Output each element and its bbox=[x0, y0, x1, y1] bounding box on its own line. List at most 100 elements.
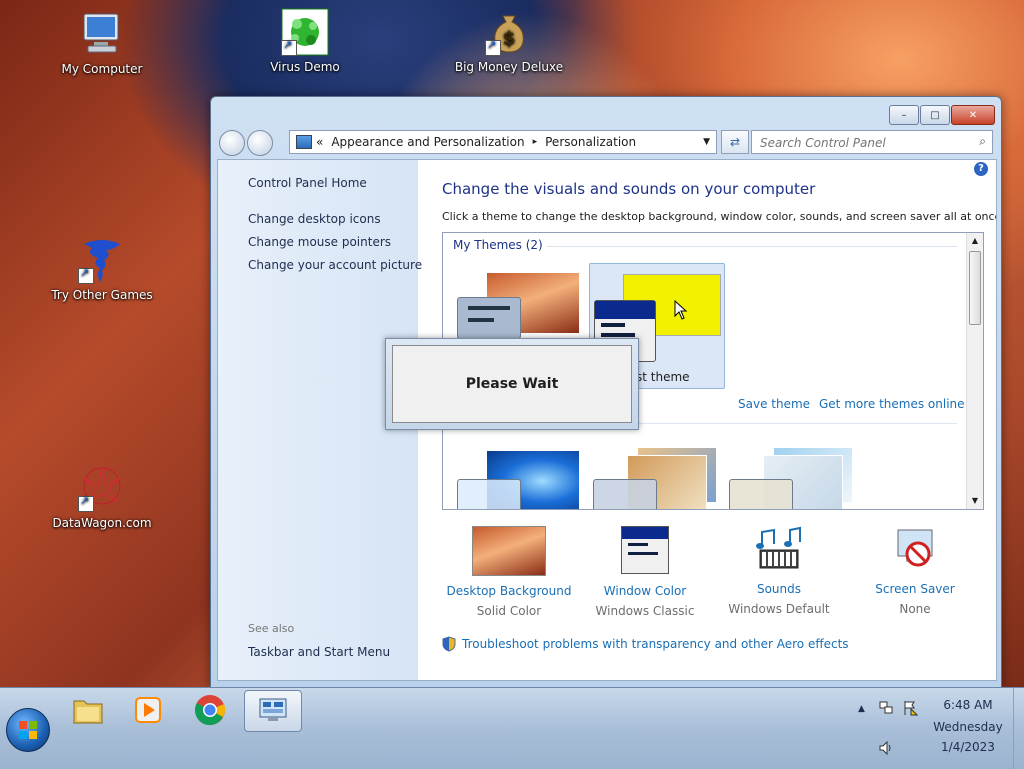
scroll-up-button[interactable]: ▲ bbox=[967, 233, 983, 249]
see-also-heading: See also bbox=[248, 622, 295, 635]
shortcut-arrow-icon bbox=[281, 38, 297, 56]
action-center-icon[interactable] bbox=[902, 700, 919, 716]
desktop-icon-datawagon[interactable]: DataWagon.com bbox=[47, 464, 157, 530]
screen-saver-icon bbox=[892, 526, 938, 572]
refresh-button[interactable]: ⇄ bbox=[721, 130, 749, 154]
show-desktop-button[interactable] bbox=[1013, 688, 1024, 769]
desktop-icon-my-computer[interactable]: My Computer bbox=[47, 10, 157, 76]
desktop-icon-virus-demo[interactable]: Virus Demo bbox=[250, 8, 360, 74]
desktop-background-setting[interactable]: Desktop Background Solid Color bbox=[444, 526, 574, 618]
svg-text:$: $ bbox=[503, 28, 516, 49]
page-title: Change the visuals and sounds on your co… bbox=[442, 180, 816, 198]
desktop-background-value: Solid Color bbox=[476, 604, 542, 618]
network-icon[interactable] bbox=[878, 700, 894, 716]
desktop-background-icon bbox=[472, 526, 546, 576]
clock-time: 6:48 AM bbox=[943, 698, 993, 712]
please-wait-message: Please Wait bbox=[392, 345, 632, 423]
volume-icon[interactable] bbox=[878, 740, 894, 756]
screen-saver-link[interactable]: Screen Saver bbox=[850, 582, 980, 596]
address-bar[interactable]: « Appearance and Personalization ▸ Perso… bbox=[289, 130, 717, 154]
window-color-link[interactable]: Window Color bbox=[580, 584, 710, 598]
minimize-button[interactable]: – bbox=[889, 105, 919, 125]
breadcrumb-separator[interactable]: ▸ bbox=[533, 137, 538, 147]
search-icon[interactable]: ⌕ bbox=[979, 134, 986, 149]
shortcut-arrow-icon bbox=[78, 266, 94, 284]
forward-button[interactable] bbox=[247, 130, 273, 156]
aero-theme-flowers[interactable] bbox=[729, 445, 853, 509]
sidebar-item-control-panel-home[interactable]: Control Panel Home bbox=[248, 176, 367, 190]
desktop-icon-big-money-deluxe[interactable]: $ Big Money Deluxe bbox=[454, 8, 564, 74]
tray-overflow-arrow[interactable]: ▲ bbox=[858, 704, 865, 714]
scroll-down-button[interactable]: ▼ bbox=[967, 493, 983, 509]
sounds-setting[interactable]: Sounds Windows Default bbox=[714, 526, 844, 616]
clock-day: Wednesday bbox=[933, 720, 1003, 734]
clock-date: 1/4/2023 bbox=[941, 740, 995, 754]
screen-saver-value: None bbox=[899, 602, 931, 616]
troubleshoot-link[interactable]: Troubleshoot problems with transparency … bbox=[462, 637, 849, 651]
desktop-icon-label: Big Money Deluxe bbox=[454, 60, 564, 74]
mouse-cursor-icon bbox=[674, 300, 688, 320]
aero-theme-windows7[interactable] bbox=[457, 445, 581, 509]
window-color-icon bbox=[621, 526, 669, 574]
aero-theme-architecture[interactable] bbox=[593, 445, 717, 509]
theme-window-preview bbox=[457, 479, 521, 509]
sounds-link[interactable]: Sounds bbox=[714, 582, 844, 596]
screen-saver-setting[interactable]: Screen Saver None bbox=[850, 526, 980, 616]
taskbar-media-player[interactable] bbox=[120, 690, 176, 730]
please-wait-dialog: Please Wait bbox=[385, 338, 639, 430]
desktop-icon-label: Virus Demo bbox=[270, 60, 340, 74]
start-button[interactable] bbox=[6, 708, 50, 752]
control-panel-icon bbox=[296, 135, 312, 149]
desktop-icon-label: My Computer bbox=[61, 62, 143, 76]
back-button[interactable] bbox=[219, 130, 245, 156]
taskbar: ▲ 6:48 AM Wednesday 1/4/2023 bbox=[0, 687, 1024, 769]
search-input[interactable] bbox=[758, 133, 972, 153]
troubleshoot-row[interactable]: Troubleshoot problems with transparency … bbox=[442, 636, 849, 652]
taskbar-control-panel[interactable] bbox=[244, 690, 302, 732]
sidebar-item-change-mouse-pointers[interactable]: Change mouse pointers bbox=[248, 235, 391, 249]
file-explorer-icon bbox=[73, 700, 103, 724]
desktop-background-link[interactable]: Desktop Background bbox=[444, 584, 574, 598]
theme-window-preview bbox=[593, 479, 657, 509]
media-player-icon bbox=[135, 697, 161, 723]
address-dropdown-icon[interactable]: ▼ bbox=[703, 137, 710, 147]
computer-icon bbox=[78, 10, 126, 58]
shortcut-arrow-icon bbox=[78, 494, 94, 512]
maximize-button[interactable]: □ bbox=[920, 105, 950, 125]
window-color-value: Windows Classic bbox=[595, 604, 695, 618]
caption-buttons: – □ ✕ bbox=[889, 105, 995, 125]
save-theme-link[interactable]: Save theme bbox=[738, 397, 810, 411]
my-themes-heading: My Themes (2) bbox=[453, 238, 543, 252]
windows-logo-icon bbox=[19, 721, 37, 739]
breadcrumb-chevron[interactable]: « bbox=[316, 135, 323, 149]
my-themes-divider bbox=[547, 246, 957, 247]
breadcrumb-item-appearance[interactable]: Appearance and Personalization bbox=[331, 135, 524, 149]
sounds-icon bbox=[754, 526, 804, 572]
gallery-scrollbar[interactable]: ▲ ▼ bbox=[966, 233, 983, 509]
chrome-icon bbox=[195, 695, 226, 726]
page-subtitle: Click a theme to change the desktop back… bbox=[442, 210, 997, 223]
sidebar-item-taskbar-start-menu[interactable]: Taskbar and Start Menu bbox=[248, 645, 390, 659]
close-button[interactable]: ✕ bbox=[951, 105, 995, 125]
tornado-icon bbox=[78, 236, 126, 284]
sidebar-item-change-account-picture[interactable]: Change your account picture bbox=[248, 258, 422, 272]
theme-window-preview bbox=[729, 479, 793, 509]
window-color-setting[interactable]: Window Color Windows Classic bbox=[580, 526, 710, 618]
taskbar-file-explorer[interactable] bbox=[60, 690, 116, 730]
sidebar-item-change-desktop-icons[interactable]: Change desktop icons bbox=[248, 212, 381, 226]
sounds-value: Windows Default bbox=[728, 602, 830, 616]
selected-theme-label: st theme bbox=[636, 370, 690, 384]
datawagon-icon bbox=[78, 464, 126, 512]
taskbar-chrome[interactable] bbox=[182, 690, 238, 730]
search-box[interactable]: ⌕ bbox=[751, 130, 993, 154]
clock[interactable]: 6:48 AM Wednesday 1/4/2023 bbox=[928, 698, 1008, 754]
scroll-thumb[interactable] bbox=[969, 251, 981, 325]
desktop-icon-label: Try Other Games bbox=[51, 288, 153, 302]
desktop-icon-try-other-games[interactable]: Try Other Games bbox=[47, 236, 157, 302]
control-panel-icon bbox=[259, 698, 287, 721]
get-more-themes-link[interactable]: Get more themes online bbox=[819, 397, 965, 411]
theme-window-preview bbox=[457, 297, 521, 339]
money-bag-icon: $ bbox=[485, 8, 533, 56]
virus-icon bbox=[281, 8, 329, 56]
breadcrumb-item-personalization[interactable]: Personalization bbox=[545, 135, 636, 149]
